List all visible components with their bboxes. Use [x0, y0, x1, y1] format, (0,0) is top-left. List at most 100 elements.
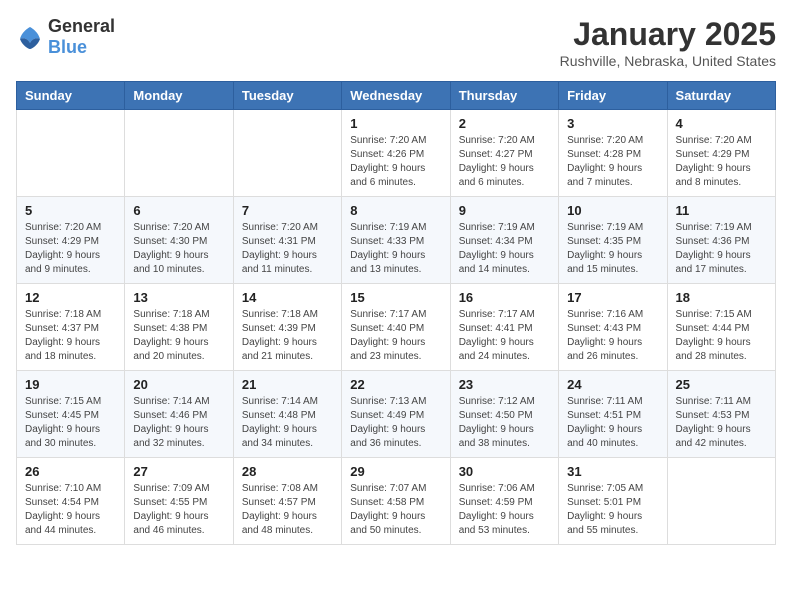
- weekday-header: Sunday: [17, 82, 125, 110]
- day-detail: Sunrise: 7:13 AM Sunset: 4:49 PM Dayligh…: [350, 395, 441, 451]
- day-number: 28: [242, 464, 333, 479]
- day-detail: Sunrise: 7:20 AM Sunset: 4:30 PM Dayligh…: [133, 221, 224, 277]
- calendar-cell: 13 Sunrise: 7:18 AM Sunset: 4:38 PM Dayli…: [125, 284, 233, 371]
- calendar-cell: 27 Sunrise: 7:09 AM Sunset: 4:55 PM Dayli…: [125, 458, 233, 545]
- day-number: 3: [567, 116, 658, 131]
- day-number: 7: [242, 203, 333, 218]
- calendar-cell: 3 Sunrise: 7:20 AM Sunset: 4:28 PM Daylig…: [559, 110, 667, 197]
- calendar-header: SundayMondayTuesdayWednesdayThursdayFrid…: [17, 82, 776, 110]
- logo-blue: Blue: [48, 37, 87, 57]
- calendar-week-row: 12Sunrise: 7:18 AM Sunset: 4:37 PM Dayli…: [17, 284, 776, 371]
- calendar-cell: 19 Sunrise: 7:15 AM Sunset: 4:45 PM Dayli…: [17, 371, 125, 458]
- day-number: 25: [676, 377, 767, 392]
- weekday-header: Thursday: [450, 82, 558, 110]
- day-number: 26: [25, 464, 116, 479]
- day-detail: Sunrise: 7:17 AM Sunset: 4:40 PM Dayligh…: [350, 308, 441, 364]
- day-detail: Sunrise: 7:15 AM Sunset: 4:45 PM Dayligh…: [25, 395, 116, 451]
- logo-general: General: [48, 16, 115, 36]
- calendar-cell: [233, 110, 341, 197]
- calendar-cell: [125, 110, 233, 197]
- day-detail: Sunrise: 7:07 AM Sunset: 4:58 PM Dayligh…: [350, 482, 441, 538]
- day-number: 31: [567, 464, 658, 479]
- calendar-cell: 18 Sunrise: 7:15 AM Sunset: 4:44 PM Dayli…: [667, 284, 775, 371]
- calendar-cell: 22Sunrise: 7:13 AM Sunset: 4:49 PM Dayli…: [342, 371, 450, 458]
- calendar-cell: [667, 458, 775, 545]
- page-header: General Blue January 2025 Rushville, Neb…: [16, 16, 776, 69]
- month-title: January 2025: [560, 16, 776, 53]
- calendar-cell: 9Sunrise: 7:19 AM Sunset: 4:34 PM Daylig…: [450, 197, 558, 284]
- day-detail: Sunrise: 7:20 AM Sunset: 4:28 PM Dayligh…: [567, 134, 658, 190]
- day-number: 11: [676, 203, 767, 218]
- calendar-cell: 6 Sunrise: 7:20 AM Sunset: 4:30 PM Daylig…: [125, 197, 233, 284]
- day-number: 19: [25, 377, 116, 392]
- day-number: 14: [242, 290, 333, 305]
- day-detail: Sunrise: 7:20 AM Sunset: 4:29 PM Dayligh…: [25, 221, 116, 277]
- day-number: 10: [567, 203, 658, 218]
- day-number: 27: [133, 464, 224, 479]
- day-detail: Sunrise: 7:12 AM Sunset: 4:50 PM Dayligh…: [459, 395, 550, 451]
- day-detail: Sunrise: 7:11 AM Sunset: 4:51 PM Dayligh…: [567, 395, 658, 451]
- day-number: 21: [242, 377, 333, 392]
- calendar-cell: 16 Sunrise: 7:17 AM Sunset: 4:41 PM Dayli…: [450, 284, 558, 371]
- day-detail: Sunrise: 7:08 AM Sunset: 4:57 PM Dayligh…: [242, 482, 333, 538]
- day-detail: Sunrise: 7:19 AM Sunset: 4:36 PM Dayligh…: [676, 221, 767, 277]
- calendar-cell: 14 Sunrise: 7:18 AM Sunset: 4:39 PM Dayli…: [233, 284, 341, 371]
- day-number: 15: [350, 290, 441, 305]
- location-title: Rushville, Nebraska, United States: [560, 53, 776, 69]
- day-number: 23: [459, 377, 550, 392]
- calendar-cell: 30 Sunrise: 7:06 AM Sunset: 4:59 PM Dayli…: [450, 458, 558, 545]
- calendar-week-row: 5 Sunrise: 7:20 AM Sunset: 4:29 PM Daylig…: [17, 197, 776, 284]
- day-detail: Sunrise: 7:14 AM Sunset: 4:46 PM Dayligh…: [133, 395, 224, 451]
- calendar-week-row: 26 Sunrise: 7:10 AM Sunset: 4:54 PM Dayli…: [17, 458, 776, 545]
- day-number: 18: [676, 290, 767, 305]
- day-number: 20: [133, 377, 224, 392]
- day-detail: Sunrise: 7:20 AM Sunset: 4:27 PM Dayligh…: [459, 134, 550, 190]
- day-detail: Sunrise: 7:05 AM Sunset: 5:01 PM Dayligh…: [567, 482, 658, 538]
- day-number: 24: [567, 377, 658, 392]
- day-detail: Sunrise: 7:20 AM Sunset: 4:26 PM Dayligh…: [350, 134, 441, 190]
- day-detail: Sunrise: 7:10 AM Sunset: 4:54 PM Dayligh…: [25, 482, 116, 538]
- calendar-cell: 29 Sunrise: 7:07 AM Sunset: 4:58 PM Dayli…: [342, 458, 450, 545]
- day-detail: Sunrise: 7:18 AM Sunset: 4:39 PM Dayligh…: [242, 308, 333, 364]
- calendar-cell: 20 Sunrise: 7:14 AM Sunset: 4:46 PM Dayli…: [125, 371, 233, 458]
- calendar-cell: 25 Sunrise: 7:11 AM Sunset: 4:53 PM Dayli…: [667, 371, 775, 458]
- day-number: 5: [25, 203, 116, 218]
- day-number: 29: [350, 464, 441, 479]
- day-detail: Sunrise: 7:19 AM Sunset: 4:34 PM Dayligh…: [459, 221, 550, 277]
- day-detail: Sunrise: 7:17 AM Sunset: 4:41 PM Dayligh…: [459, 308, 550, 364]
- day-detail: Sunrise: 7:09 AM Sunset: 4:55 PM Dayligh…: [133, 482, 224, 538]
- day-detail: Sunrise: 7:06 AM Sunset: 4:59 PM Dayligh…: [459, 482, 550, 538]
- calendar-week-row: 1 Sunrise: 7:20 AM Sunset: 4:26 PM Daylig…: [17, 110, 776, 197]
- calendar-cell: 12Sunrise: 7:18 AM Sunset: 4:37 PM Dayli…: [17, 284, 125, 371]
- calendar-cell: 4Sunrise: 7:20 AM Sunset: 4:29 PM Daylig…: [667, 110, 775, 197]
- day-number: 8: [350, 203, 441, 218]
- logo-icon: [16, 23, 44, 51]
- day-detail: Sunrise: 7:11 AM Sunset: 4:53 PM Dayligh…: [676, 395, 767, 451]
- calendar-cell: 5 Sunrise: 7:20 AM Sunset: 4:29 PM Daylig…: [17, 197, 125, 284]
- day-detail: Sunrise: 7:19 AM Sunset: 4:33 PM Dayligh…: [350, 221, 441, 277]
- weekday-header: Tuesday: [233, 82, 341, 110]
- calendar-cell: 23 Sunrise: 7:12 AM Sunset: 4:50 PM Dayli…: [450, 371, 558, 458]
- day-detail: Sunrise: 7:15 AM Sunset: 4:44 PM Dayligh…: [676, 308, 767, 364]
- day-detail: Sunrise: 7:14 AM Sunset: 4:48 PM Dayligh…: [242, 395, 333, 451]
- day-number: 13: [133, 290, 224, 305]
- logo: General Blue: [16, 16, 115, 58]
- weekday-header-row: SundayMondayTuesdayWednesdayThursdayFrid…: [17, 82, 776, 110]
- calendar-cell: 8 Sunrise: 7:19 AM Sunset: 4:33 PM Daylig…: [342, 197, 450, 284]
- day-detail: Sunrise: 7:20 AM Sunset: 4:31 PM Dayligh…: [242, 221, 333, 277]
- day-number: 12: [25, 290, 116, 305]
- day-detail: Sunrise: 7:18 AM Sunset: 4:38 PM Dayligh…: [133, 308, 224, 364]
- calendar-cell: 26 Sunrise: 7:10 AM Sunset: 4:54 PM Dayli…: [17, 458, 125, 545]
- calendar-cell: [17, 110, 125, 197]
- day-number: 16: [459, 290, 550, 305]
- calendar-cell: 10Sunrise: 7:19 AM Sunset: 4:35 PM Dayli…: [559, 197, 667, 284]
- day-number: 30: [459, 464, 550, 479]
- day-number: 1: [350, 116, 441, 131]
- day-number: 6: [133, 203, 224, 218]
- calendar-cell: 2Sunrise: 7:20 AM Sunset: 4:27 PM Daylig…: [450, 110, 558, 197]
- weekday-header: Monday: [125, 82, 233, 110]
- calendar-cell: 17Sunrise: 7:16 AM Sunset: 4:43 PM Dayli…: [559, 284, 667, 371]
- day-number: 17: [567, 290, 658, 305]
- day-detail: Sunrise: 7:20 AM Sunset: 4:29 PM Dayligh…: [676, 134, 767, 190]
- title-block: January 2025 Rushville, Nebraska, United…: [560, 16, 776, 69]
